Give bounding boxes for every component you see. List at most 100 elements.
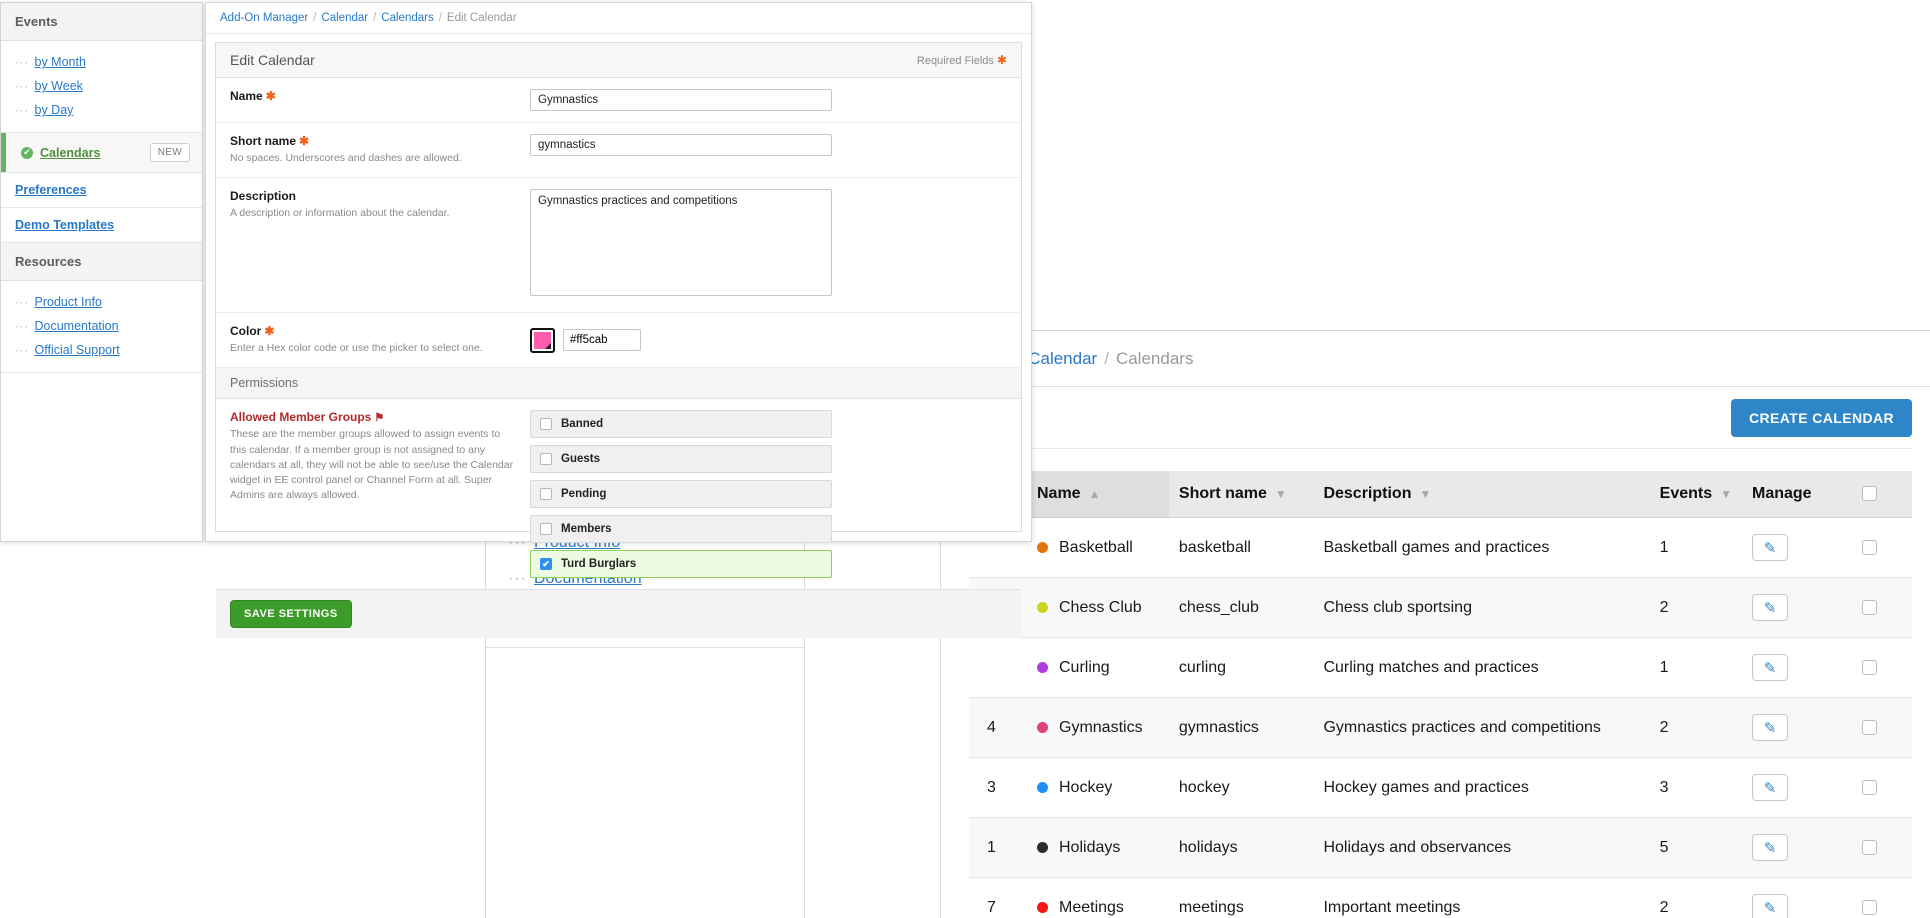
edit-pencil-icon[interactable]: ✎	[1752, 894, 1788, 918]
member-group-label: Turd Burglars	[561, 558, 637, 571]
sort-desc-icon[interactable]: ▼	[1720, 487, 1732, 501]
breadcrumb-link-addon-manager[interactable]: Add-On Manager	[220, 12, 308, 24]
field-input-col-name	[530, 89, 1007, 111]
column-header-short-name[interactable]: Short name ▼	[1168, 471, 1314, 518]
label-short-name: Short name ✱	[230, 134, 516, 148]
member-group-checkbox[interactable]	[540, 453, 552, 466]
member-group-option[interactable]: Guests	[530, 445, 832, 474]
breadcrumb-link-calendar[interactable]: Calendar	[321, 12, 368, 24]
member-group-checkbox[interactable]	[540, 418, 552, 431]
sidebar-item-by-week[interactable]: ··· by Week	[1, 74, 202, 98]
member-group-option[interactable]: Banned	[530, 410, 832, 439]
row-select-checkbox[interactable]	[1862, 659, 1877, 675]
sidebar-link-demo-templates[interactable]: Demo Templates	[15, 218, 114, 232]
sidebar-link-documentation[interactable]: Documentation	[35, 319, 119, 333]
hint-short-name: No spaces. Underscores and dashes are al…	[230, 152, 462, 164]
sidebar-item-calendars[interactable]: ✔ Calendars NEW	[1, 133, 202, 173]
member-group-checkbox[interactable]	[540, 488, 552, 501]
form-header: Edit Calendar Required Fields ✱	[216, 43, 1021, 78]
member-group-label: Banned	[561, 418, 604, 431]
column-header-name[interactable]: Name ▲	[1027, 471, 1169, 518]
calendar-color-dot-icon	[1037, 721, 1048, 733]
cell-description: Chess club sportsing	[1313, 577, 1650, 638]
form-title: Edit Calendar	[230, 52, 315, 68]
bullet-dots-icon: ···	[15, 103, 29, 117]
short-name-input[interactable]	[530, 134, 832, 156]
cell-short-name: chess_club	[1168, 577, 1314, 638]
calendars-breadcrumb: nager / Calendar / Calendars	[941, 331, 1930, 387]
calendar-name-label: Curling	[1059, 658, 1110, 676]
sidebar-item-documentation[interactable]: ··· Documentation	[1, 314, 202, 338]
sidebar-item-official-support[interactable]: ··· Official Support	[1, 338, 202, 362]
column-header-description[interactable]: Description ▼	[1313, 471, 1650, 518]
breadcrumb-link-calendars[interactable]: Calendars	[381, 12, 433, 24]
hint-color: Enter a Hex color code or use the picker…	[230, 342, 483, 355]
sort-desc-icon[interactable]: ▼	[1275, 487, 1287, 501]
table-row: 4 Gymnastics gymnastics Gymnastics practice…	[969, 697, 1912, 758]
sidebar-link-by-week[interactable]: by Week	[35, 79, 83, 93]
cell-manage: ✎	[1742, 517, 1852, 578]
table-row: Curling curling Curling matches and practi…	[969, 637, 1912, 698]
member-group-option[interactable]: ✔ Turd Burglars	[530, 550, 832, 579]
sidebar-item-product-info[interactable]: ··· Product Info	[1, 290, 202, 314]
sidebar-link-product-info[interactable]: Product Info	[35, 295, 102, 309]
edit-pencil-icon[interactable]: ✎	[1752, 594, 1788, 621]
required-fields-label: Required Fields	[916, 55, 994, 67]
row-select-checkbox[interactable]	[1862, 899, 1877, 915]
member-group-checkbox[interactable]: ✔	[540, 558, 552, 571]
row-select-checkbox[interactable]	[1862, 719, 1877, 735]
edit-pencil-icon[interactable]: ✎	[1752, 534, 1788, 561]
sidebar-item-demo-templates[interactable]: Demo Templates	[1, 208, 202, 243]
row-select-checkbox[interactable]	[1862, 539, 1877, 555]
member-group-option[interactable]: Members	[530, 515, 832, 544]
sort-desc-icon[interactable]: ▼	[1419, 487, 1431, 501]
calendar-name-label: Gymnastics	[1059, 718, 1143, 736]
required-asterisk-icon: ✱	[264, 324, 275, 339]
table-header-row: Name ▲ Short name ▼ Description ▼ Events ▼ M	[969, 471, 1912, 518]
sidebar-link-by-day[interactable]: by Day	[35, 103, 74, 117]
breadcrumb-link-calendar[interactable]: Calendar	[1028, 349, 1097, 369]
cell-short-name: meetings	[1168, 877, 1314, 918]
cell-short-name: basketball	[1168, 517, 1314, 578]
cell-name: Gymnastics	[1027, 697, 1169, 758]
row-select-checkbox[interactable]	[1862, 779, 1877, 795]
calendars-title-row: s CREATE CALENDAR	[969, 387, 1912, 449]
save-settings-button[interactable]: SAVE SETTINGS	[230, 600, 352, 629]
color-hex-input[interactable]	[563, 329, 641, 352]
description-textarea[interactable]: Gymnastics practices and competitions	[530, 189, 832, 297]
sort-asc-icon[interactable]: ▲	[1089, 487, 1101, 501]
select-all-checkbox[interactable]	[1862, 486, 1877, 502]
edit-pencil-icon[interactable]: ✎	[1752, 714, 1788, 741]
table-body: Basketball basketball Basketball games and…	[969, 517, 1912, 918]
sidebar-item-by-month[interactable]: ··· by Month	[1, 50, 202, 74]
color-picker-button[interactable]	[530, 327, 555, 353]
screen-root: nager / Calendar / Calendars s CREATE CA…	[0, 0, 1930, 918]
sidebar-item-by-day[interactable]: ··· by Day	[1, 98, 202, 122]
sidebar-link-by-month[interactable]: by Month	[35, 55, 86, 69]
sidebar-item-preferences[interactable]: Preferences	[1, 173, 202, 208]
name-input[interactable]	[530, 89, 832, 111]
label-text-name: Name	[230, 89, 263, 103]
edit-pencil-icon[interactable]: ✎	[1752, 654, 1788, 681]
field-label-col-short-name: Short name ✱ No spaces. Underscores and d…	[230, 134, 530, 166]
member-group-checkbox[interactable]	[540, 523, 552, 536]
new-badge[interactable]: NEW	[149, 143, 190, 162]
cell-id: 7	[969, 877, 1027, 918]
edit-pencil-icon[interactable]: ✎	[1752, 774, 1788, 801]
member-group-option[interactable]: Pending	[530, 480, 832, 509]
cell-name: Meetings	[1027, 877, 1169, 918]
cell-id: 3	[969, 757, 1027, 818]
column-header-events[interactable]: Events ▼	[1649, 471, 1742, 518]
cell-events-count: 2	[1649, 697, 1742, 758]
edit-pencil-icon[interactable]: ✎	[1752, 834, 1788, 861]
row-select-checkbox[interactable]	[1862, 839, 1877, 855]
row-select-checkbox[interactable]	[1862, 599, 1877, 615]
sidebar-item-label-calendars: Calendars	[40, 145, 101, 160]
column-header-select-all[interactable]	[1852, 471, 1912, 518]
sidebar-link-official-support[interactable]: Official Support	[35, 343, 120, 357]
sidebar-link-preferences[interactable]: Preferences	[15, 183, 87, 197]
calendar-color-dot-icon	[1037, 901, 1048, 913]
cell-name: Hockey	[1027, 757, 1169, 818]
create-calendar-button[interactable]: CREATE CALENDAR	[1731, 398, 1912, 437]
cell-short-name: curling	[1168, 637, 1314, 698]
